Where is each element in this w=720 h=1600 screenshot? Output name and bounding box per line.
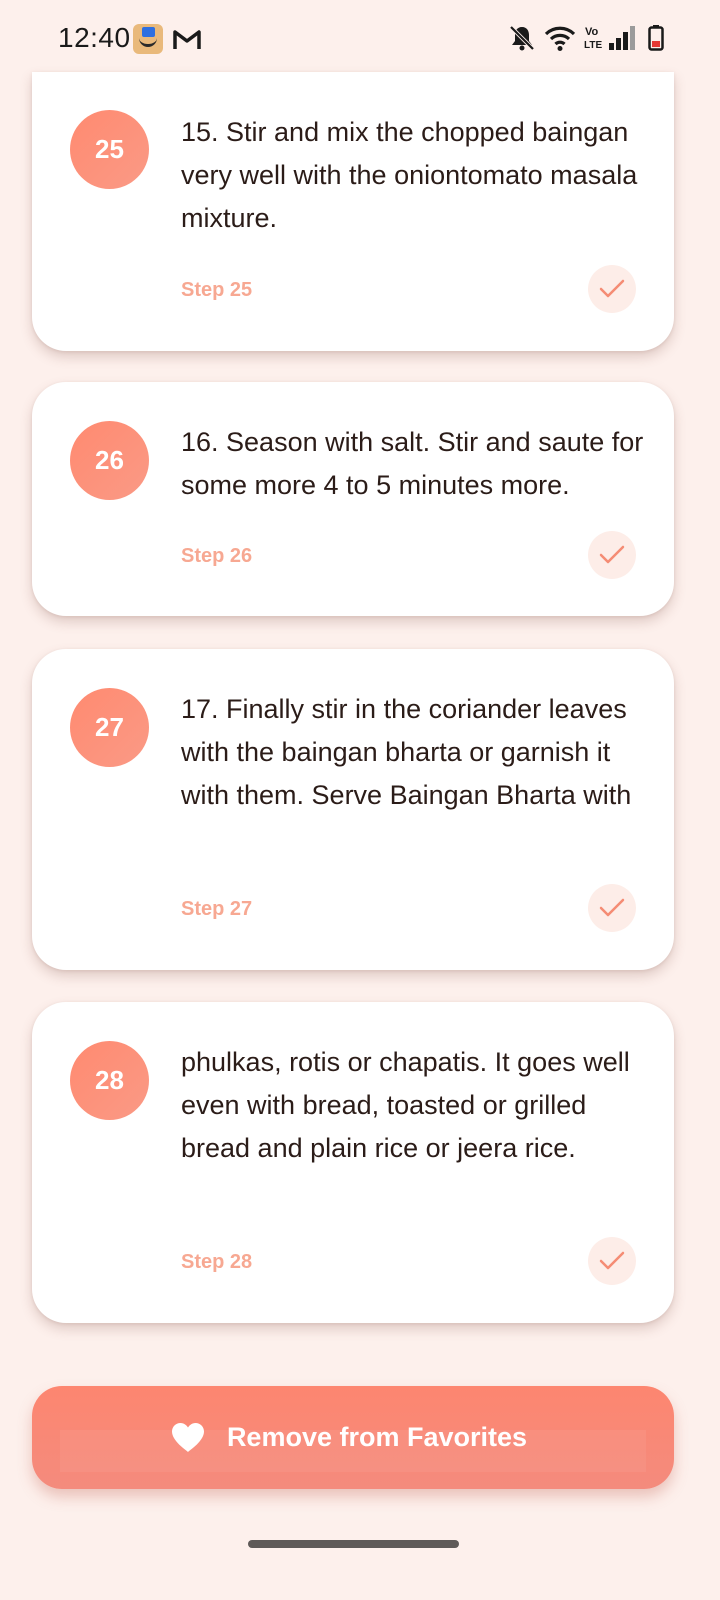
wifi-icon <box>544 26 576 51</box>
step-number-badge: 27 <box>70 688 149 767</box>
gmail-icon <box>173 30 201 49</box>
step-label: Step 25 <box>181 279 253 301</box>
step-text: 17. Finally stir in the coriander leaves… <box>181 694 632 810</box>
signal-icon <box>609 26 635 50</box>
status-bar: 12:40 Vo LTE <box>0 0 720 80</box>
step-number-badge: 26 <box>70 421 149 500</box>
bell-off-icon <box>509 25 535 51</box>
screen: 12:40 Vo LTE 25 15. Stir and mix the cho… <box>0 0 720 1600</box>
remove-from-favorites-label: Remove from Favorites <box>226 1422 528 1452</box>
mark-done-button[interactable] <box>588 1237 636 1285</box>
status-time: 12:40 <box>58 22 131 53</box>
step-card: 25 15. Stir and mix the chopped baingan … <box>32 72 674 351</box>
amazon-icon <box>133 24 163 54</box>
step-text: 16. Season with salt. Stir and saute for… <box>181 427 644 500</box>
mark-done-button[interactable] <box>588 531 636 579</box>
step-number-badge: 25 <box>70 110 149 189</box>
step-card: 26 16. Season with salt. Stir and saute … <box>32 382 674 616</box>
step-label: Step 28 <box>181 1251 253 1273</box>
mark-done-button[interactable] <box>588 884 636 932</box>
home-indicator[interactable] <box>248 1540 459 1548</box>
heart-icon <box>171 1423 204 1452</box>
check-icon <box>599 279 625 298</box>
svg-text:Vo: Vo <box>585 26 599 38</box>
step-label: Step 26 <box>181 545 253 567</box>
check-icon <box>599 1251 625 1270</box>
step-text: phulkas, rotis or chapatis. It goes well… <box>181 1047 630 1163</box>
volte-icon: Vo LTE <box>584 26 602 51</box>
step-card: 28 phulkas, rotis or chapatis. It goes w… <box>32 1002 674 1323</box>
step-label: Step 27 <box>181 898 253 920</box>
battery-icon <box>648 25 664 51</box>
step-card: 27 17. Finally stir in the coriander lea… <box>32 649 674 970</box>
svg-text:LTE: LTE <box>584 40 602 51</box>
check-icon <box>599 545 625 564</box>
mark-done-button[interactable] <box>588 265 636 313</box>
remove-from-favorites-button[interactable]: Remove from Favorites <box>32 1386 674 1489</box>
step-text: 15. Stir and mix the chopped baingan ver… <box>181 117 638 233</box>
step-number-badge: 28 <box>70 1041 149 1120</box>
check-icon <box>599 898 625 917</box>
